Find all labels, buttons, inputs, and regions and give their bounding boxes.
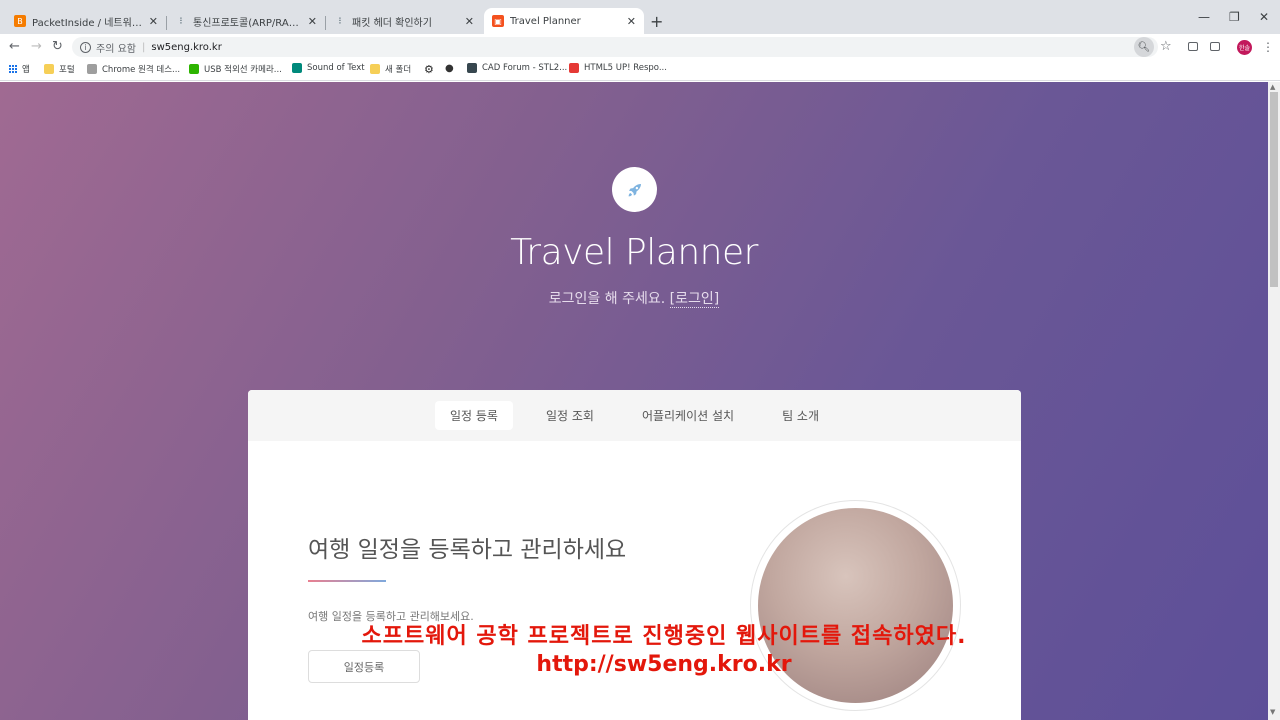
tab-packetinside[interactable]: B PacketInside / 네트워크 패킷 분 ✕: [6, 8, 166, 34]
back-icon[interactable]: ←: [9, 39, 20, 54]
bookmark-cad-forum[interactable]: CAD Forum - STL2...: [467, 63, 567, 73]
naver-icon: [189, 64, 199, 74]
dots-icon: ⁝: [179, 15, 183, 27]
annotation-caption: 소프트웨어 공학 프로젝트로 진행중인 웹사이트를 접속하였다.: [361, 624, 967, 649]
browser-toolbar: ← → ↻ i 주의 요함 | sw5eng.kro.kr: [0, 34, 1280, 60]
bookmark-label: 포털: [59, 65, 75, 75]
tab-title: 패킷 헤더 확인하기: [352, 17, 432, 29]
bookmark-usb-camera[interactable]: USB 적외선 카메라...: [189, 63, 282, 75]
forward-icon[interactable]: →: [31, 39, 42, 54]
cast-icon[interactable]: [1210, 42, 1220, 51]
dots-icon: ⁝: [338, 15, 342, 27]
login-link[interactable]: [로그인]: [669, 291, 720, 308]
nav-register-schedule[interactable]: 일정 등록: [434, 401, 513, 430]
bookmarks-bar: 앱 포털 Chrome 원격 데스... USB 적외선 카메라... Soun…: [0, 60, 1280, 81]
folder-icon: [370, 64, 380, 74]
divider: |: [141, 41, 146, 53]
html5up-icon: [569, 63, 579, 73]
extension-icon[interactable]: [1188, 42, 1198, 51]
gear-icon: ⚙: [424, 63, 434, 76]
close-tab-icon[interactable]: ✕: [308, 15, 317, 28]
scroll-down-icon[interactable]: ▼: [1270, 708, 1275, 716]
site-favicon-icon: ▣: [492, 15, 504, 27]
security-status: 주의 요함: [96, 43, 136, 55]
site-title: Travel Planner: [510, 232, 758, 273]
close-tab-icon[interactable]: ✕: [465, 15, 474, 28]
annotation-url: http://sw5eng.kro.kr: [536, 652, 792, 677]
tab-protocol[interactable]: ⁝ 통신프로토콜(ARP/RARP)연습문 ✕: [167, 8, 325, 34]
bookmark-sound-of-text[interactable]: Sound of Text: [292, 63, 365, 73]
cad-icon: [467, 63, 477, 73]
close-tab-icon[interactable]: ✕: [149, 15, 158, 28]
folder-icon: [44, 64, 54, 74]
main-nav: 일정 등록 일정 조회 어플리케이션 설치 팀 소개: [248, 390, 1021, 441]
scrollbar-thumb[interactable]: [1270, 92, 1278, 287]
bookmark-html5up[interactable]: HTML5 UP! Respo...: [569, 63, 667, 73]
new-tab-icon[interactable]: +: [650, 12, 663, 31]
bookmark-label: Chrome 원격 데스...: [102, 65, 181, 75]
bookmark-portal[interactable]: 포털: [44, 63, 75, 75]
bookmark-star-icon[interactable]: ☆: [1160, 39, 1172, 54]
nav-install-app[interactable]: 어플리케이션 설치: [627, 401, 749, 430]
bookmark-label: USB 적외선 카메라...: [204, 65, 282, 75]
profile-avatar[interactable]: 한솔: [1237, 40, 1252, 55]
info-icon[interactable]: i: [80, 41, 91, 53]
bookmark-label: 앱: [22, 65, 30, 75]
site-logo: [612, 167, 657, 212]
tab-title: Travel Planner: [510, 15, 581, 27]
remote-desktop-icon: [87, 64, 97, 74]
tab-strip: B PacketInside / 네트워크 패킷 분 ✕ ⁝ 통신프로토콜(AR…: [0, 0, 1280, 34]
bookmark-chrome-remote[interactable]: Chrome 원격 데스...: [87, 63, 180, 75]
bookmark-label: 새 폴더: [385, 65, 412, 75]
reload-icon[interactable]: ↻: [52, 39, 63, 54]
bookmark-label: Sound of Text: [307, 63, 365, 73]
tab-travel-planner[interactable]: ▣ Travel Planner ✕: [484, 8, 644, 34]
bookmark-globe[interactable]: ●: [445, 63, 454, 74]
login-prompt-text: 로그인을 해 주세요.: [548, 291, 666, 307]
close-window-icon[interactable]: ✕: [1259, 10, 1269, 24]
restore-icon[interactable]: ❐: [1229, 10, 1240, 24]
login-prompt: 로그인을 해 주세요. [로그인]: [0, 288, 1268, 308]
bookmark-label: CAD Forum - STL2...: [482, 63, 568, 73]
menu-icon[interactable]: ⋮: [1262, 40, 1274, 54]
rocket-icon: [628, 183, 641, 196]
bookmark-apps[interactable]: 앱: [9, 63, 30, 75]
blogger-icon: B: [14, 15, 26, 27]
accent-divider: [308, 580, 386, 582]
tab-title: 통신프로토콜(ARP/RARP)연습문: [193, 17, 302, 29]
close-tab-icon[interactable]: ✕: [627, 15, 636, 28]
scroll-up-icon[interactable]: ▲: [1270, 83, 1275, 91]
url-text[interactable]: sw5eng.kro.kr: [151, 42, 221, 53]
tab-packet-header[interactable]: ⁝ 패킷 헤더 확인하기 ✕: [326, 8, 482, 34]
address-bar[interactable]: i 주의 요함 | sw5eng.kro.kr: [72, 37, 1158, 57]
nav-team-intro[interactable]: 팀 소개: [767, 401, 834, 430]
nav-view-schedule[interactable]: 일정 조회: [531, 401, 609, 430]
apps-icon: [9, 65, 17, 73]
globe-icon: ●: [445, 63, 454, 74]
bookmark-gear[interactable]: ⚙: [424, 63, 434, 76]
intro-title: 여행 일정을 등록하고 관리하세요: [308, 537, 627, 563]
zoom-icon[interactable]: 🔍︎: [1134, 37, 1154, 57]
minimize-icon[interactable]: —: [1198, 10, 1210, 24]
sound-icon: [292, 63, 302, 73]
bookmark-new-folder[interactable]: 새 폴더: [370, 63, 411, 75]
tab-title: PacketInside / 네트워크 패킷 분: [32, 17, 143, 29]
bookmark-label: HTML5 UP! Respo...: [584, 63, 667, 73]
